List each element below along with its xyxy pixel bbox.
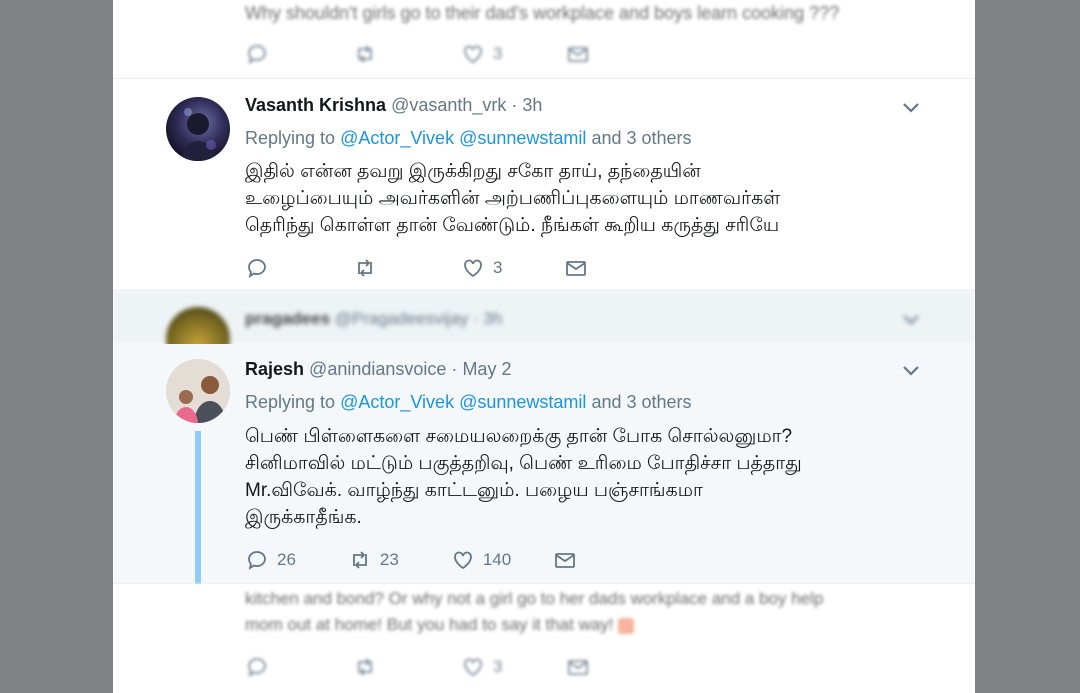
- retweet-icon: [358, 45, 372, 63]
- message-button[interactable]: [553, 548, 577, 572]
- tweet-header: pragadees @Pragadeesvijay · 3h: [245, 309, 502, 329]
- tweet-actions: 3: [245, 42, 590, 66]
- heart-icon: [464, 658, 482, 677]
- message-button[interactable]: [566, 42, 590, 66]
- chevron-down-icon: [903, 315, 919, 325]
- user-handle[interactable]: @Pragadeesvijay: [335, 309, 469, 328]
- mention-link[interactable]: @Actor_Vivek: [340, 128, 454, 148]
- tweet-menu-button[interactable]: [901, 101, 921, 115]
- replying-to: Replying to @Actor_Vivek @sunnewstamil a…: [245, 392, 692, 413]
- tweet-text-line: இருக்காதீங்க.: [245, 507, 362, 528]
- timeline: Why shouldn't girls go to their dad's wo…: [113, 0, 975, 693]
- reply-button[interactable]: [245, 256, 269, 280]
- tweet-text: kitchen and bond? Or why not a girl go t…: [245, 586, 823, 638]
- tweet-header: Vasanth Krishna @vasanth_vrk · 3h: [245, 95, 542, 116]
- tweet-menu-button[interactable]: [901, 313, 921, 327]
- mention-link[interactable]: @sunnewstamil: [459, 392, 586, 412]
- reply-button[interactable]: [245, 42, 269, 66]
- separator-dot: ·: [511, 95, 518, 115]
- like-button[interactable]: 3: [461, 42, 502, 66]
- like-count: 3: [493, 657, 503, 676]
- timestamp[interactable]: 3h: [483, 309, 502, 328]
- tweet-vasanth[interactable]: Vasanth Krishna @vasanth_vrk · 3h Replyi…: [113, 78, 975, 291]
- tweet-text: பெண் பிள்ளைகளை சமையலறைக்கு தான் போக சொல்…: [245, 423, 802, 531]
- tweet-actions: 3: [245, 256, 588, 280]
- tweet-menu-button[interactable]: [901, 364, 921, 378]
- tweet-actions: 26 23 140: [245, 548, 577, 572]
- reply-icon: [248, 45, 266, 64]
- envelope-icon: [566, 261, 587, 276]
- tweet-text-line: தெரிந்து கொள்ள தான் வேண்டும். நீங்கள் கூ…: [245, 215, 780, 236]
- emoji-icon: [618, 617, 635, 634]
- avatar[interactable]: [166, 97, 230, 161]
- thread-connector-line: [195, 431, 201, 584]
- tweet-text-line: பெண் பிள்ளைகளை சமையலறைக்கு தான் போக சொல்…: [245, 426, 793, 447]
- timestamp[interactable]: 3h: [522, 95, 542, 115]
- tweet-text-line: Mr.விவேக். வாழ்ந்து காட்டனும். பழைய பஞ்ச…: [245, 480, 703, 501]
- retweet-count: 23: [379, 550, 399, 569]
- reply-icon: [248, 658, 266, 677]
- reply-count: 26: [277, 550, 296, 569]
- retweet-button[interactable]: [353, 256, 377, 280]
- tweet-text: Why shouldn't girls go to their dad's wo…: [245, 3, 840, 23]
- retweet-button[interactable]: 23: [348, 548, 399, 572]
- retweet-icon: [353, 551, 367, 569]
- chevron-down-icon: [903, 103, 919, 113]
- heart-icon: [464, 45, 482, 64]
- tweet-rajesh[interactable]: Rajesh @anindiansvoice · May 2 Replying …: [113, 344, 975, 584]
- display-name[interactable]: Vasanth Krishna: [245, 95, 386, 115]
- display-name[interactable]: pragadees: [245, 309, 330, 328]
- like-count: 3: [493, 258, 503, 277]
- avatar-image: [166, 359, 230, 423]
- reply-button[interactable]: 26: [245, 548, 296, 572]
- mention-link[interactable]: @Actor_Vivek: [340, 392, 454, 412]
- replying-to: Replying to @Actor_Vivek @sunnewstamil a…: [245, 128, 692, 149]
- message-button[interactable]: [566, 655, 590, 679]
- tweet-text: இதில் என்ன தவறு இருக்கிறது சகோ தாய், தந்…: [245, 158, 780, 239]
- like-count: 140: [482, 550, 512, 569]
- tweet-pragadees[interactable]: pragadees @Pragadeesvijay · 3h: [113, 291, 975, 371]
- replying-prefix: Replying to: [245, 392, 336, 412]
- avatar-image: [180, 108, 216, 161]
- tweet-top-partial: Why shouldn't girls go to their dad's wo…: [113, 0, 975, 78]
- heart-icon: [453, 551, 472, 570]
- tweet-text-line: kitchen and bond? Or why not a girl go t…: [245, 589, 824, 608]
- retweet-button[interactable]: [353, 655, 377, 679]
- envelope-icon: [555, 553, 576, 568]
- user-handle[interactable]: @anindiansvoice: [309, 359, 446, 379]
- tweet-actions: 3: [245, 655, 590, 679]
- replying-prefix: Replying to: [245, 128, 336, 148]
- retweet-icon: [358, 259, 372, 277]
- like-button[interactable]: 3: [461, 256, 502, 280]
- message-button[interactable]: [564, 256, 588, 280]
- reply-icon: [248, 259, 266, 278]
- timestamp[interactable]: May 2: [462, 359, 511, 379]
- others-link[interactable]: and 3 others: [591, 392, 691, 412]
- chevron-down-icon: [903, 366, 919, 376]
- like-button[interactable]: 3: [461, 655, 502, 679]
- separator-dot: ·: [451, 359, 458, 379]
- user-handle[interactable]: @vasanth_vrk: [391, 95, 506, 115]
- separator-dot: ·: [473, 309, 479, 328]
- tweet-text-line-content: mom out at home! But you had to say it t…: [245, 615, 614, 634]
- mention-link[interactable]: @sunnewstamil: [459, 128, 586, 148]
- envelope-icon: [568, 47, 589, 62]
- tweet-bottom-partial: kitchen and bond? Or why not a girl go t…: [113, 584, 975, 693]
- like-count: 3: [493, 44, 503, 63]
- reply-icon: [248, 551, 266, 570]
- tweet-text-line: உழைப்பையும் அவர்களின் அற்பணிப்புகளையும் …: [245, 188, 781, 209]
- tweet-text-line: சினிமாவில் மட்டும் பகுத்தறிவு, பெண் உரிம…: [245, 453, 802, 474]
- retweet-button[interactable]: [353, 42, 377, 66]
- tweet-header: Rajesh @anindiansvoice · May 2: [245, 359, 511, 380]
- envelope-icon: [568, 660, 589, 675]
- others-link[interactable]: and 3 others: [591, 128, 691, 148]
- display-name[interactable]: Rajesh: [245, 359, 304, 379]
- tweet-text-line: mom out at home! But you had to say it t…: [245, 612, 823, 638]
- heart-icon: [464, 259, 482, 278]
- avatar[interactable]: [166, 359, 230, 423]
- reply-button[interactable]: [245, 655, 269, 679]
- tweet-text-line: இதில் என்ன தவறு இருக்கிறது சகோ தாய், தந்…: [245, 161, 701, 182]
- retweet-icon: [358, 658, 372, 676]
- like-button[interactable]: 140: [451, 548, 511, 572]
